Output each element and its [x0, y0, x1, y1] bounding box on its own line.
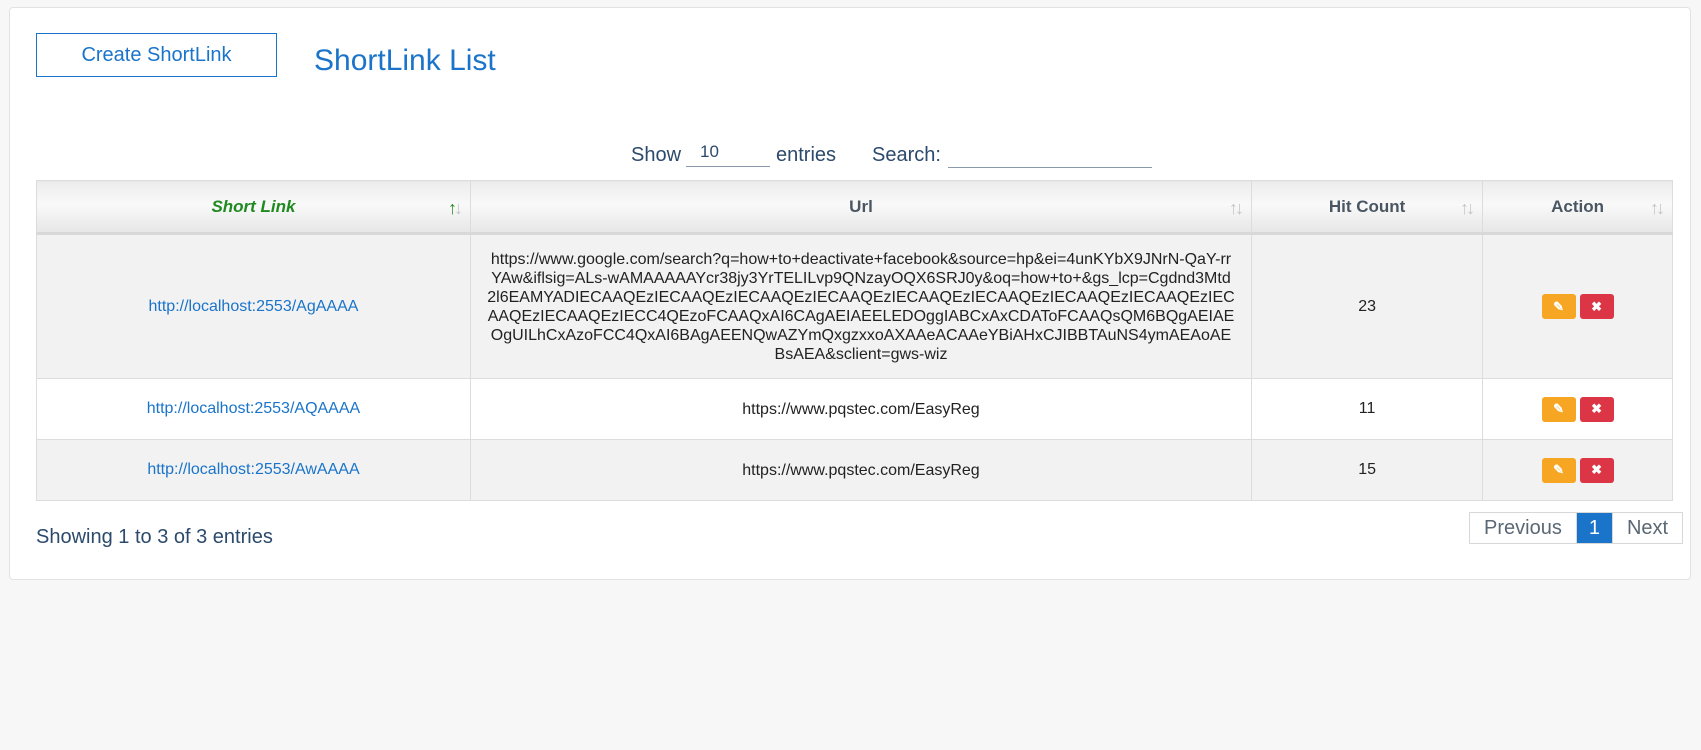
edit-button[interactable]: ✎ — [1541, 396, 1576, 422]
sort-arrows-icon: ↑↓ — [1460, 198, 1475, 218]
action-cell: ✎ ✖ — [1482, 233, 1673, 379]
url-cell: https://www.pqstec.com/EasyReg — [469, 378, 1253, 440]
show-label: Show — [631, 144, 682, 166]
edit-icon: ✎ — [1553, 401, 1565, 416]
column-header-url[interactable]: Url ↑↓ — [469, 180, 1253, 235]
shortlink-table: Short Link ↑↓ Url ↑↓ Hit Count ↑↓ Action… — [36, 180, 1673, 501]
edit-button[interactable]: ✎ — [1541, 294, 1576, 319]
search-input[interactable] — [948, 136, 1152, 168]
delete-icon: ✖ — [1591, 462, 1603, 477]
table-row: http://localhost:2553/AQAAAA https://www… — [36, 378, 1673, 440]
delete-icon: ✖ — [1591, 298, 1603, 314]
delete-button[interactable]: ✖ — [1579, 457, 1614, 483]
main-card: Create ShortLink ShortLink List Show ent… — [9, 7, 1691, 580]
table-info-status: Showing 1 to 3 of 3 entries — [36, 526, 273, 548]
delete-icon: ✖ — [1591, 401, 1603, 416]
short-link-cell: http://localhost:2553/AgAAAA — [36, 233, 471, 379]
sort-arrows-icon: ↑↓ — [1650, 198, 1665, 218]
pagination: Previous 1 Next — [1469, 512, 1684, 544]
edit-icon: ✎ — [1553, 298, 1565, 314]
search-label: Search: — [872, 144, 941, 166]
short-link[interactable]: http://localhost:2553/AwAAAA — [147, 461, 359, 478]
action-cell: ✎ ✖ — [1482, 378, 1673, 440]
table-controls: Show entries Search: — [10, 126, 1690, 176]
entries-per-page-select[interactable] — [686, 137, 770, 167]
action-cell: ✎ ✖ — [1482, 439, 1673, 501]
url-cell: https://www.pqstec.com/EasyReg — [469, 439, 1253, 501]
column-header-label: Short Link — [211, 196, 296, 216]
short-link-cell: http://localhost:2553/AwAAAA — [36, 439, 471, 501]
create-shortlink-button[interactable]: Create ShortLink — [36, 33, 277, 77]
next-page-button[interactable]: Next — [1611, 513, 1683, 543]
table-row: http://localhost:2553/AgAAAA https://www… — [36, 233, 1673, 379]
delete-button[interactable]: ✖ — [1579, 294, 1614, 319]
column-header-label: Action — [1551, 196, 1604, 216]
short-link-cell: http://localhost:2553/AQAAAA — [36, 378, 471, 440]
sort-ascending-icon: ↑↓ — [447, 198, 463, 218]
hit-count-cell: 23 — [1251, 233, 1484, 379]
page-button-current[interactable]: 1 — [1576, 513, 1612, 543]
column-header-action[interactable]: Action ↑↓ — [1482, 180, 1673, 235]
sort-arrows-icon: ↑↓ — [1229, 198, 1244, 218]
delete-button[interactable]: ✖ — [1579, 396, 1614, 422]
edit-icon: ✎ — [1553, 462, 1565, 477]
entries-label: entries — [776, 144, 837, 166]
hit-count-cell: 15 — [1251, 439, 1484, 501]
hit-count-cell: 11 — [1251, 378, 1484, 440]
short-link[interactable]: http://localhost:2553/AgAAAA — [149, 298, 359, 315]
column-header-label: Url — [849, 196, 873, 216]
table-header-row: Short Link ↑↓ Url ↑↓ Hit Count ↑↓ Action… — [36, 180, 1673, 235]
edit-button[interactable]: ✎ — [1541, 457, 1576, 483]
short-link[interactable]: http://localhost:2553/AQAAAA — [147, 400, 360, 417]
page-title: ShortLink List — [314, 44, 496, 77]
previous-page-button[interactable]: Previous — [1470, 513, 1577, 543]
column-header-label: Hit Count — [1328, 196, 1406, 216]
table-row: http://localhost:2553/AwAAAA https://www… — [36, 439, 1673, 501]
column-header-hit-count[interactable]: Hit Count ↑↓ — [1251, 180, 1484, 235]
column-header-short-link[interactable]: Short Link ↑↓ — [36, 180, 471, 235]
url-cell: https://www.google.com/search?q=how+to+d… — [469, 233, 1253, 379]
